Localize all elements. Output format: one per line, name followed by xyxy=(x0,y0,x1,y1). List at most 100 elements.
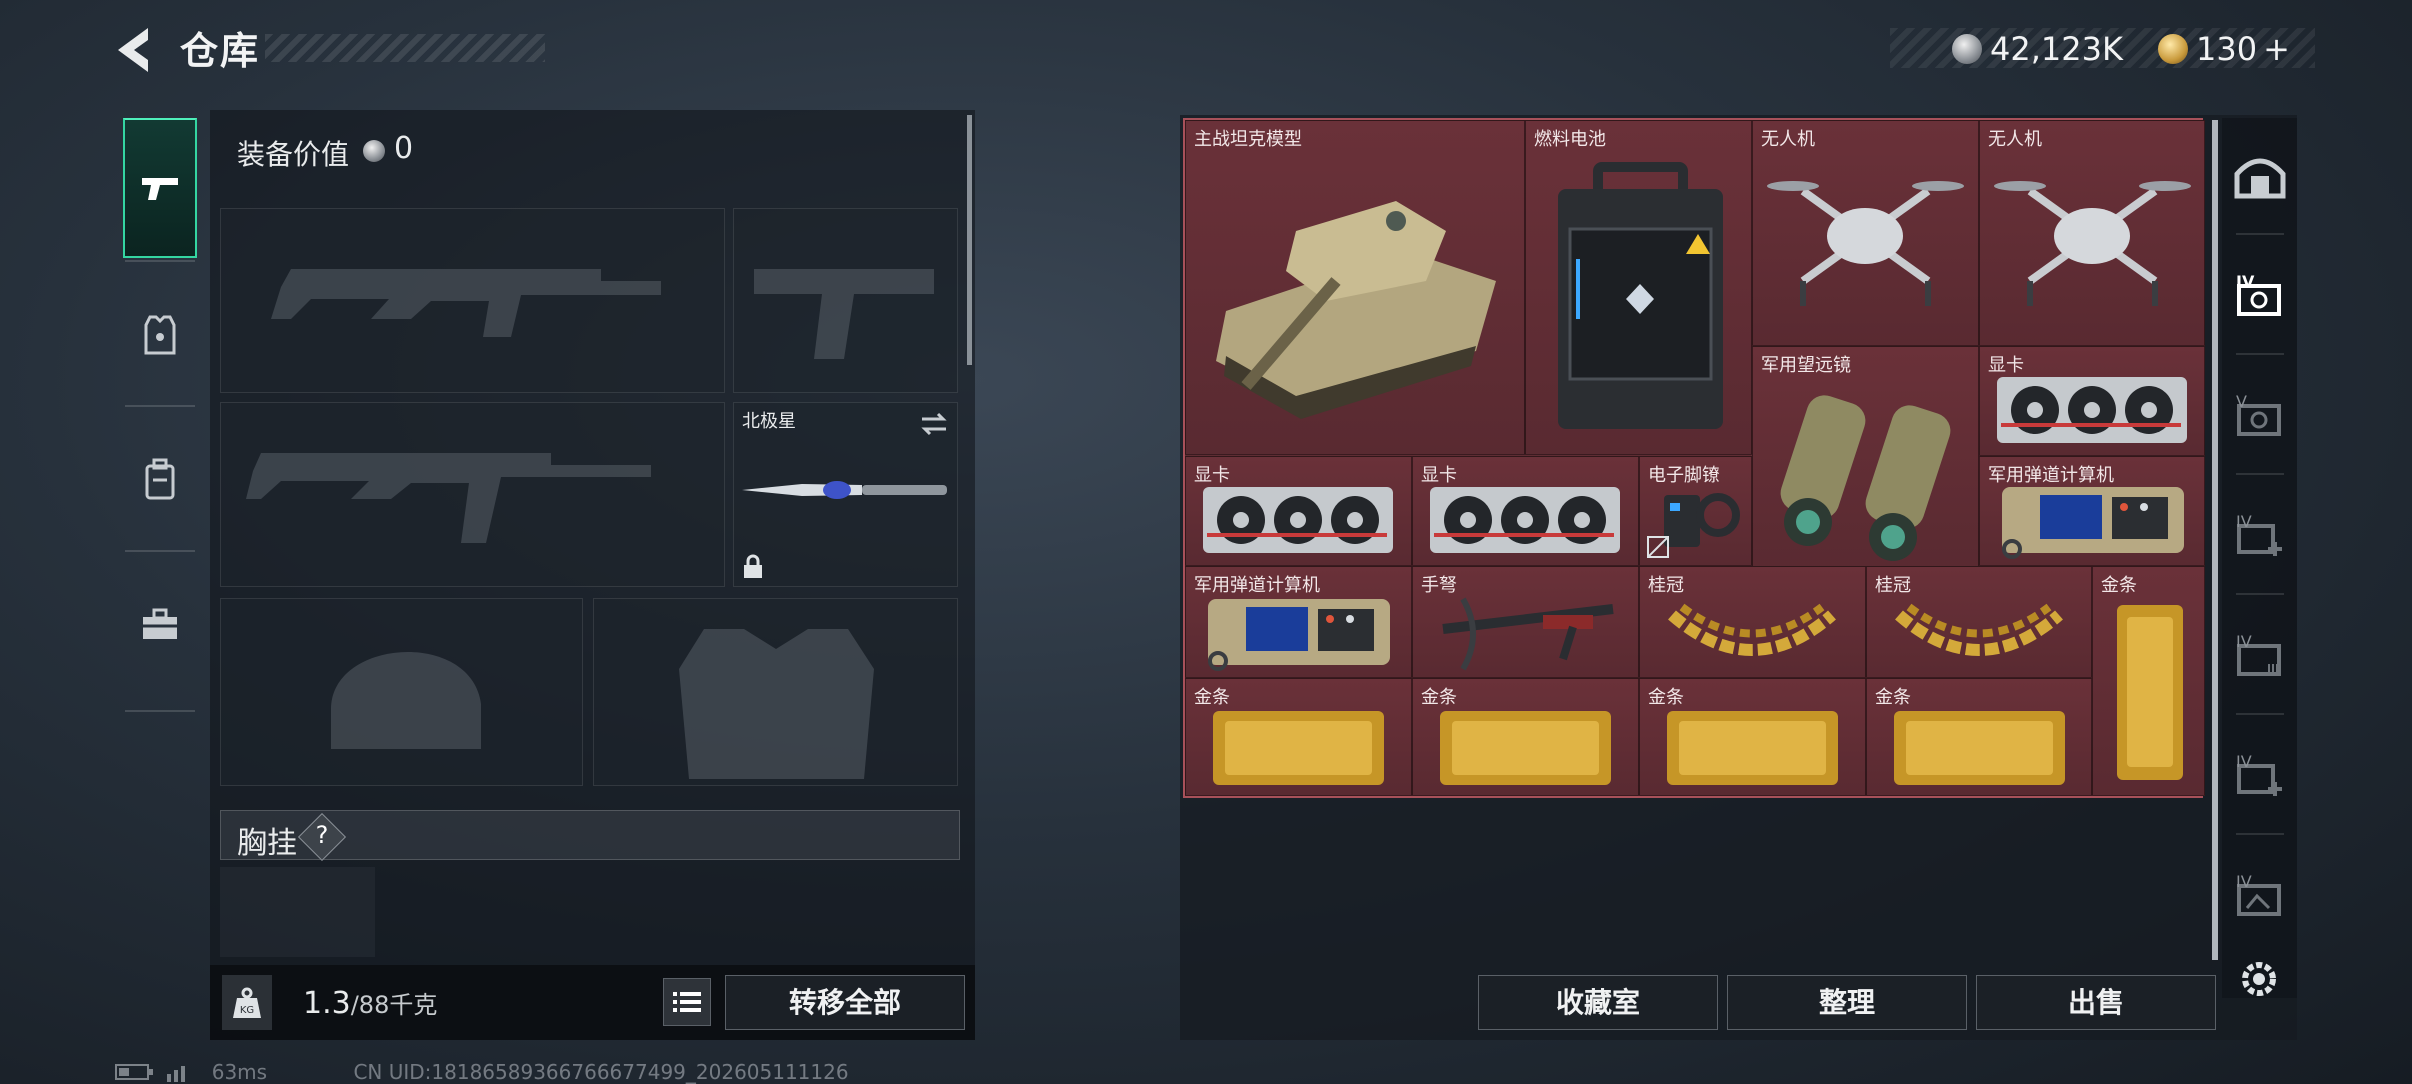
body-armor-slot[interactable] xyxy=(593,598,958,786)
item-label: 金条 xyxy=(1648,687,1684,708)
ballistic-computer-icon xyxy=(2002,487,2184,559)
item-label: 军用望远镜 xyxy=(1761,355,1851,376)
stash-item-drone[interactable]: 无人机 xyxy=(1752,120,1979,346)
rail-badge: IV xyxy=(2236,272,2255,291)
gear-icon xyxy=(2242,962,2276,996)
silver-coin-icon xyxy=(363,140,385,162)
silver-currency[interactable]: 42,123K xyxy=(1952,30,2123,68)
drone-icon xyxy=(1767,181,1964,306)
organize-button[interactable]: 整理 xyxy=(1727,975,1967,1030)
carry-weight-unit: 千克 xyxy=(389,991,438,1019)
item-label: 金条 xyxy=(1875,687,1911,708)
item-label: 金条 xyxy=(1194,687,1230,708)
gpu-icon xyxy=(1203,487,1393,553)
weight-box: KG xyxy=(222,975,272,1030)
binoculars-icon xyxy=(1780,395,1951,561)
stash-item-gold-bar[interactable]: 金条 xyxy=(1639,678,1866,796)
melee-item-label: 北极星 xyxy=(742,411,796,432)
stash-item-ballistic-computer[interactable]: 军用弹道计算机 xyxy=(1979,456,2205,566)
rifle-silhouette-icon xyxy=(271,269,661,337)
rail-badge: IV xyxy=(2236,632,2252,651)
item-label: 燃料电池 xyxy=(1534,129,1606,150)
tab-weapons[interactable] xyxy=(123,118,197,258)
sidearm-slot[interactable] xyxy=(733,208,958,393)
stash-scrollbar[interactable] xyxy=(2212,120,2218,960)
gold-bar-icon xyxy=(1213,711,1384,785)
item-label: 电子脚镣 xyxy=(1648,465,1720,486)
tank-icon xyxy=(1216,201,1496,419)
back-arrow-icon xyxy=(118,28,148,72)
swap-icon[interactable] xyxy=(919,411,949,437)
carry-weight: 1.3/88千克 xyxy=(303,985,437,1021)
rifle-silhouette-icon xyxy=(246,453,651,543)
laurel-icon xyxy=(1895,603,2063,656)
lock-icon xyxy=(744,554,762,578)
stash-item-ankle-monitor[interactable]: 电子脚镣 xyxy=(1639,456,1752,566)
equipment-tabs xyxy=(115,110,205,715)
rail-stash-page[interactable]: IV xyxy=(2230,626,2290,686)
gun-icon xyxy=(142,178,178,200)
melee-slot[interactable]: 北极星 xyxy=(733,402,958,587)
carry-weight-current: 1.3 xyxy=(303,986,351,1021)
equipment-value-label: 装备价值 xyxy=(237,138,350,171)
rail-stash-page[interactable]: IV xyxy=(2230,866,2290,926)
stash-item-gpu[interactable]: 显卡 xyxy=(1185,456,1412,566)
tab-backpack[interactable] xyxy=(123,410,197,550)
tab-toolbox[interactable] xyxy=(123,555,197,695)
gold-currency[interactable]: 130 + xyxy=(2158,30,2290,68)
toolbox-icon xyxy=(143,608,177,639)
stash-item-crossbow[interactable]: 手弩 xyxy=(1412,566,1639,678)
rail-stash-add[interactable]: IV xyxy=(2230,746,2290,806)
stash-item-laurel[interactable]: 桂冠 xyxy=(1866,566,2092,678)
stash-item-gold-bar[interactable]: 金条 xyxy=(1412,678,1639,796)
primary-weapon-slot[interactable] xyxy=(220,208,725,393)
chest-rig-label: 胸挂 xyxy=(237,826,297,861)
transfer-all-button[interactable]: 转移全部 xyxy=(725,975,965,1030)
equipment-scrollbar[interactable] xyxy=(967,115,972,365)
ballistic-computer-icon xyxy=(1208,599,1390,671)
fuel-cell-icon xyxy=(1558,162,1723,429)
rail-badge: IV xyxy=(2236,752,2252,771)
stash-item-fuel-cell[interactable]: 燃料电池 xyxy=(1525,120,1752,455)
stash-item-ballistic-computer[interactable]: 军用弹道计算机 xyxy=(1185,566,1412,678)
list-view-button[interactable] xyxy=(663,978,711,1026)
chest-rig-slot[interactable] xyxy=(220,867,375,957)
stash-page-rail: IV V IV IV IV IV xyxy=(2222,118,2297,998)
collection-room-button[interactable]: 收藏室 xyxy=(1478,975,1718,1030)
status-bar: 63ms CN UID:18186589366766677499_2026051… xyxy=(115,1058,849,1084)
backpack-icon xyxy=(145,458,175,500)
helmet-slot[interactable] xyxy=(220,598,583,786)
stash-item-drone[interactable]: 无人机 xyxy=(1979,120,2205,346)
drone-icon xyxy=(1994,181,2191,306)
gold-bar-icon xyxy=(1440,711,1611,785)
rail-vault[interactable] xyxy=(2230,146,2290,206)
stash-item-gpu[interactable]: 显卡 xyxy=(1979,346,2205,456)
vault-icon xyxy=(2234,158,2286,199)
settings-button[interactable] xyxy=(2235,955,2283,1003)
back-button[interactable] xyxy=(108,22,158,78)
stash-item-gold-bar[interactable]: 金条 xyxy=(1866,678,2092,796)
rail-stash-page[interactable]: V xyxy=(2230,386,2290,446)
carry-weight-max: /88 xyxy=(350,991,390,1019)
secondary-weapon-slot[interactable] xyxy=(220,402,725,587)
stash-item-gold-bar[interactable]: 金条 xyxy=(1185,678,1412,796)
pistol-silhouette-icon xyxy=(754,269,934,359)
stash-item-laurel[interactable]: 桂冠 xyxy=(1639,566,1866,678)
svg-text:KG: KG xyxy=(240,1005,254,1016)
list-icon xyxy=(673,992,701,1012)
rail-stash-page-active[interactable]: IV xyxy=(2230,266,2290,326)
rail-stash-add[interactable]: IV xyxy=(2230,506,2290,566)
sell-button[interactable]: 出售 xyxy=(1976,975,2216,1030)
stash-item-gpu[interactable]: 显卡 xyxy=(1412,456,1639,566)
title-decoration xyxy=(265,34,545,62)
signal-icon xyxy=(167,1065,186,1082)
silver-coin-icon xyxy=(1952,34,1982,64)
stash-item-binoculars[interactable]: 军用望远镜 xyxy=(1752,346,1979,572)
tab-armor[interactable] xyxy=(123,265,197,405)
gpu-icon xyxy=(1430,487,1620,553)
stash-item-gold-bar[interactable]: 金条 xyxy=(2092,566,2205,796)
stash-item-tank[interactable]: 主战坦克模型 xyxy=(1185,120,1525,455)
rail-badge: V xyxy=(2236,392,2247,411)
silver-amount: 42,123K xyxy=(1990,30,2123,68)
gold-plus-button[interactable]: + xyxy=(2263,30,2290,68)
